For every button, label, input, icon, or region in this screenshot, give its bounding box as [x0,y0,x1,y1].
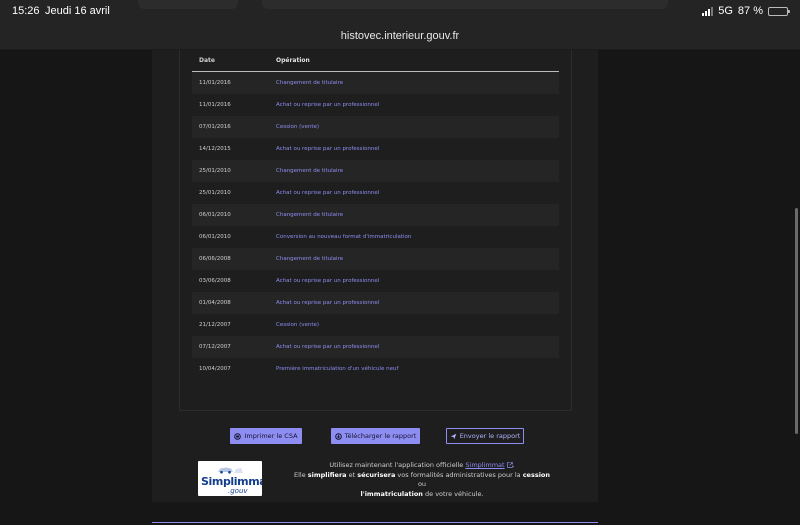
print-icon [234,432,242,440]
promo-line-3: l'immatriculation de votre véhicule. [290,490,554,500]
browser-address-bar[interactable]: histovec.interieur.gouv.fr [0,24,800,50]
status-time: 15:26 [12,5,40,17]
table-row: 03/06/2008 Achat ou reprise par un profes… [192,270,559,292]
promo-text: de votre véhicule. [425,489,484,498]
row-date: 06/01/2010 [199,212,231,218]
table-row: 07/12/2007 Achat ou reprise par un profes… [192,336,559,358]
row-operation: Achat ou reprise par un professionnel [276,300,380,306]
page-scrollbar[interactable] [795,208,798,434]
status-bar: 15:26 Jeudi 16 avril 5G 87 % [0,0,800,24]
row-date: 11/01/2016 [199,80,231,86]
row-operation: Changement de titulaire [276,168,344,174]
row-operation: Changement de titulaire [276,80,344,86]
row-operation: Conversion au nouveau format d'immatricu… [276,234,412,240]
page-divider [152,522,598,523]
send-icon [450,433,457,440]
promo-text: vos formalités administratives pour la [397,470,521,479]
row-date: 01/04/2008 [199,300,231,306]
row-operation: Changement de titulaire [276,256,344,262]
download-report-button[interactable]: Télécharger le rapport [331,428,420,444]
table-body: 11/01/2016 Changement de titulaire 11/01/2… [192,72,559,380]
simplimmat-link[interactable]: Simplimmat [465,461,504,469]
table-row: 07/01/2016 Cession (vente) [192,116,559,138]
row-operation: Achat ou reprise par un professionnel [276,102,380,108]
row-date: 25/01/2010 [199,168,231,174]
promo-line-2: Elle simplifiera et sécurisera vos forma… [290,471,554,490]
signal-icon [702,6,714,16]
row-operation: Changement de titulaire [276,212,344,218]
download-report-label: Télécharger le rapport [344,432,417,440]
table-row: 06/06/2008 Changement de titulaire [192,248,559,270]
battery-icon [768,6,790,16]
row-date: 14/12/2015 [199,146,231,152]
status-indicators: 5G 87 % [702,5,790,17]
print-csa-label: Imprimer le CSA [244,432,298,440]
table-row: 10/04/2007 Première immatriculation d'un … [192,358,559,380]
promo-line1-suffix: . [512,461,515,469]
column-header-date: Date [199,57,215,64]
table-row: 06/01/2010 Changement de titulaire [192,204,559,226]
table-row: 06/01/2010 Conversion au nouveau format d… [192,226,559,248]
row-date: 06/01/2010 [199,234,231,240]
row-date: 25/01/2010 [199,190,231,196]
row-operation: Cession (vente) [276,322,320,328]
car-icon [218,467,243,474]
download-icon [334,432,342,440]
table-row: 01/04/2008 Achat ou reprise par un profes… [192,292,559,314]
row-date: 10/04/2007 [199,366,231,372]
tab-handle-left [138,0,238,9]
promo-emphasis: l'immatriculation [360,489,423,498]
table-row: 21/12/2007 Cession (vente) [192,314,559,336]
row-operation: Achat ou reprise par un professionnel [276,278,380,284]
row-date: 07/12/2007 [199,344,231,350]
row-date: 03/06/2008 [199,278,231,284]
table-row: 11/01/2016 Achat ou reprise par un profes… [192,94,559,116]
promo-emphasis: simplifiera [307,470,347,479]
row-date: 21/12/2007 [199,322,231,328]
promo-text: Elle [293,470,306,479]
promo-emphasis: cession [522,470,551,479]
history-table: Date Opération 11/01/2016 Changement de t… [192,50,559,380]
promo-line1-prefix: Utilisez maintenant l'application offici… [329,461,464,469]
table-row: 11/01/2016 Changement de titulaire [192,72,559,94]
table-row: 25/01/2010 Achat ou reprise par un profes… [192,182,559,204]
simplimmat-logo[interactable]: Simplimmat .gouv [198,461,262,496]
send-report-button[interactable]: Envoyer le rapport [446,428,524,444]
battery-label: 87 % [737,5,763,17]
row-date: 07/01/2016 [199,124,231,130]
table-row: 25/01/2010 Changement de titulaire [192,160,559,182]
row-operation: Achat ou reprise par un professionnel [276,344,380,350]
tab-handle-right [262,0,668,9]
status-date: Jeudi 16 avril [45,5,110,17]
promo-line-1: Utilisez maintenant l'application offici… [290,461,554,471]
url-text[interactable]: histovec.interieur.gouv.fr [0,30,800,42]
row-operation: Achat ou reprise par un professionnel [276,146,380,152]
row-date: 06/06/2008 [199,256,231,262]
logo-gouv-suffix: .gouv [228,487,248,495]
column-header-operation: Opération [276,57,310,64]
simplimmat-promo-text: Utilisez maintenant l'application offici… [290,461,554,499]
promo-text: ou [417,480,427,488]
row-date: 11/01/2016 [199,102,231,108]
row-operation: Cession (vente) [276,124,320,130]
table-row: 14/12/2015 Achat ou reprise par un profes… [192,138,559,160]
send-report-label: Envoyer le rapport [459,432,521,440]
row-operation: Première immatriculation d'un véhicule n… [276,366,399,372]
network-label: 5G [718,5,733,17]
row-operation: Achat ou reprise par un professionnel [276,190,380,196]
table-header: Date Opération [192,50,559,72]
promo-emphasis: sécurisera [357,470,396,479]
promo-text: et [348,470,356,479]
report-actions: Imprimer le CSA Télécharger le rapport E… [230,428,530,444]
print-csa-button[interactable]: Imprimer le CSA [230,428,302,444]
